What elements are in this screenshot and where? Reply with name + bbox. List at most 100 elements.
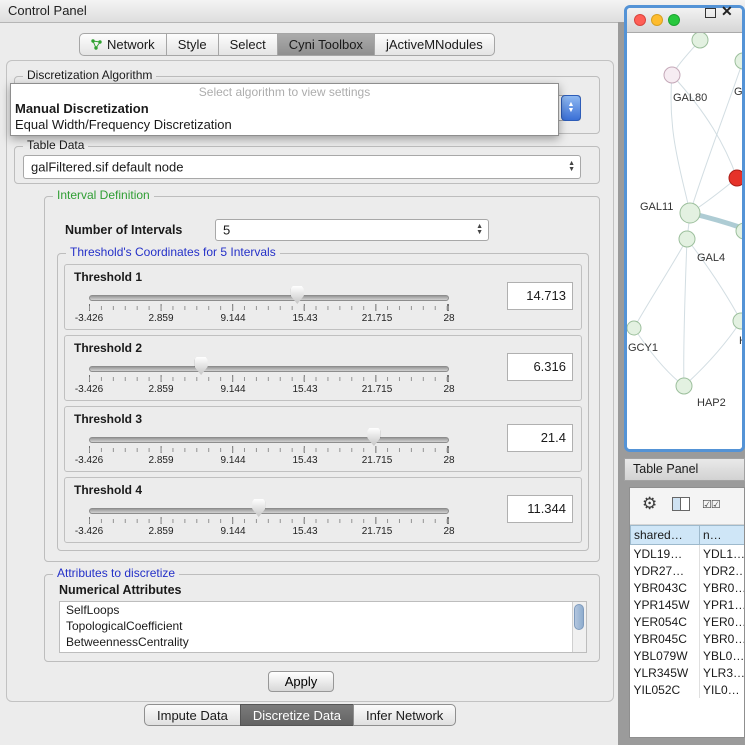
slider-thumb[interactable] <box>367 428 380 446</box>
table-cell[interactable]: YDR27… <box>631 562 700 579</box>
slider-track[interactable] <box>89 295 449 301</box>
numerical-attributes-label: Numerical Attributes <box>59 583 181 597</box>
network-canvas[interactable]: GAL80GAGAL11GAL4GCY1HAP2H <box>627 33 742 450</box>
network-node[interactable] <box>692 33 708 48</box>
node-label: GCY1 <box>628 342 658 354</box>
table-cell[interactable]: YBR0… <box>700 579 745 596</box>
table-cell[interactable]: YPR145W <box>631 596 700 613</box>
table-row[interactable]: YBR043CYBR0… <box>631 579 745 596</box>
table-cell[interactable]: YER054C <box>631 613 700 630</box>
tab-cyni-toolbox[interactable]: Cyni Toolbox <box>277 33 375 56</box>
attributes-scrollbar[interactable] <box>572 602 586 652</box>
network-node[interactable] <box>680 203 700 223</box>
tab-label: Network <box>107 37 155 52</box>
slider-thumb[interactable] <box>252 499 265 517</box>
table-cell[interactable]: YDL1… <box>700 545 745 563</box>
attribute-item[interactable]: TopologicalCoefficient <box>60 618 586 634</box>
threshold-slider[interactable]: -3.4262.8599.14415.4321.71528 <box>89 425 449 469</box>
table-row[interactable]: YDR27…YDR2… <box>631 562 745 579</box>
table-row[interactable]: YPR145WYPR1… <box>631 596 745 613</box>
table-row[interactable]: YDL19…YDL1… <box>631 545 745 563</box>
threshold-slider[interactable]: -3.4262.8599.14415.4321.71528 <box>89 283 449 327</box>
zoom-traffic-light-icon[interactable] <box>668 14 680 26</box>
dropdown-option[interactable]: Equal Width/Frequency Discretization <box>11 117 558 133</box>
table-cell[interactable]: YBR045C <box>631 630 700 647</box>
table-row[interactable]: YIL052CYIL0… <box>631 681 745 698</box>
tab-infer-network[interactable]: Infer Network <box>353 704 456 726</box>
minor-ticks <box>89 377 449 381</box>
network-node[interactable] <box>676 378 692 394</box>
table-cell[interactable]: YDL19… <box>631 545 700 563</box>
attribute-item[interactable]: SelfLoops <box>60 602 586 618</box>
table-cell[interactable]: YBL0… <box>700 647 745 664</box>
table-row[interactable]: YBR045CYBR0… <box>631 630 745 647</box>
select-columns-icon[interactable]: ☑☑ <box>702 498 720 511</box>
table-cell[interactable]: YBR043C <box>631 579 700 596</box>
slider-ticks <box>89 517 449 524</box>
column-header[interactable]: shared… <box>631 526 700 545</box>
table-data-select[interactable]: galFiltered.sif default node ▲▼ <box>23 155 581 179</box>
network-node[interactable] <box>729 170 742 186</box>
threshold-label: Threshold 4 <box>74 483 142 497</box>
table-cell[interactable]: YLR3… <box>700 664 745 681</box>
num-intervals-select[interactable]: 5 ▲▼ <box>215 219 489 241</box>
attribute-item[interactable]: BetweennessCentrality <box>60 634 586 650</box>
table-cell[interactable]: YLR345W <box>631 664 700 681</box>
table-cell[interactable]: YBL079W <box>631 647 700 664</box>
slider-thumb[interactable] <box>291 286 304 304</box>
thresholds-group: Threshold's Coordinates for 5 Intervals … <box>57 253 589 551</box>
settings-gear-icon[interactable]: ⚙ <box>642 494 657 514</box>
slider-track[interactable] <box>89 437 449 443</box>
tab-network[interactable]: Network <box>79 33 167 56</box>
scrollbar-thumb[interactable] <box>574 604 584 630</box>
table-row[interactable]: YER054CYER0… <box>631 613 745 630</box>
columns-icon[interactable] <box>672 497 690 516</box>
slider-scale-labels: -3.4262.8599.14415.4321.71528 <box>89 313 449 324</box>
table-cell[interactable]: YBR0… <box>700 630 745 647</box>
close-traffic-light-icon[interactable] <box>634 14 646 26</box>
tab-select[interactable]: Select <box>218 33 278 56</box>
network-node[interactable] <box>664 67 680 83</box>
minimize-traffic-light-icon[interactable] <box>651 14 663 26</box>
table-cell[interactable]: YDR2… <box>700 562 745 579</box>
bottom-tab-bar: Impute DataDiscretize DataInfer Network <box>145 704 456 726</box>
scale-label: 9.144 <box>220 384 245 395</box>
slider-track[interactable] <box>89 508 449 514</box>
attr-items: SelfLoopsTopologicalCoefficientBetweenne… <box>60 602 586 650</box>
tab-impute-data[interactable]: Impute Data <box>144 704 241 726</box>
threshold-value-field[interactable]: 11.344 <box>507 495 573 523</box>
scale-label: 28 <box>443 455 454 466</box>
threshold-value-field[interactable]: 14.713 <box>507 282 573 310</box>
tab-jactivemnodules[interactable]: jActiveMNodules <box>374 33 495 56</box>
threshold-value-field[interactable]: 6.316 <box>507 353 573 381</box>
tab-style[interactable]: Style <box>166 33 219 56</box>
table-panel-titlebar[interactable]: Table Panel <box>624 458 745 481</box>
network-node[interactable] <box>735 53 742 69</box>
dropdown-option[interactable]: Manual Discretization <box>11 101 558 117</box>
table-row[interactable]: YLR345WYLR3… <box>631 664 745 681</box>
threshold-value-field[interactable]: 21.4 <box>507 424 573 452</box>
column-header[interactable]: n… <box>700 526 745 545</box>
slider-thumb[interactable] <box>195 357 208 375</box>
scale-label: 2.859 <box>148 313 173 324</box>
numerical-attributes-list[interactable]: SelfLoopsTopologicalCoefficientBetweenne… <box>59 601 587 653</box>
scale-label: -3.426 <box>75 384 103 395</box>
threshold-slider[interactable]: -3.4262.8599.14415.4321.71528 <box>89 354 449 398</box>
close-panel-icon[interactable]: ✕ <box>721 3 733 20</box>
network-node[interactable] <box>679 231 695 247</box>
slider-track[interactable] <box>89 366 449 372</box>
tab-discretize-data[interactable]: Discretize Data <box>240 704 354 726</box>
apply-button[interactable]: Apply <box>268 671 334 692</box>
combo-stepper[interactable]: ▲▼ <box>561 95 581 121</box>
network-graph[interactable]: GAL80GAGAL11GAL4GCY1HAP2H <box>627 33 742 450</box>
network-node[interactable] <box>733 313 742 329</box>
float-window-icon[interactable] <box>705 8 716 18</box>
table-cell[interactable]: YPR1… <box>700 596 745 613</box>
table-cell[interactable]: YIL0… <box>700 681 745 698</box>
threshold-slider[interactable]: -3.4262.8599.14415.4321.71528 <box>89 496 449 540</box>
table-row[interactable]: YBL079WYBL0… <box>631 647 745 664</box>
table-cell[interactable]: YER0… <box>700 613 745 630</box>
table-cell[interactable]: YIL052C <box>631 681 700 698</box>
network-node[interactable] <box>627 321 641 335</box>
scale-label: 15.43 <box>292 313 317 324</box>
